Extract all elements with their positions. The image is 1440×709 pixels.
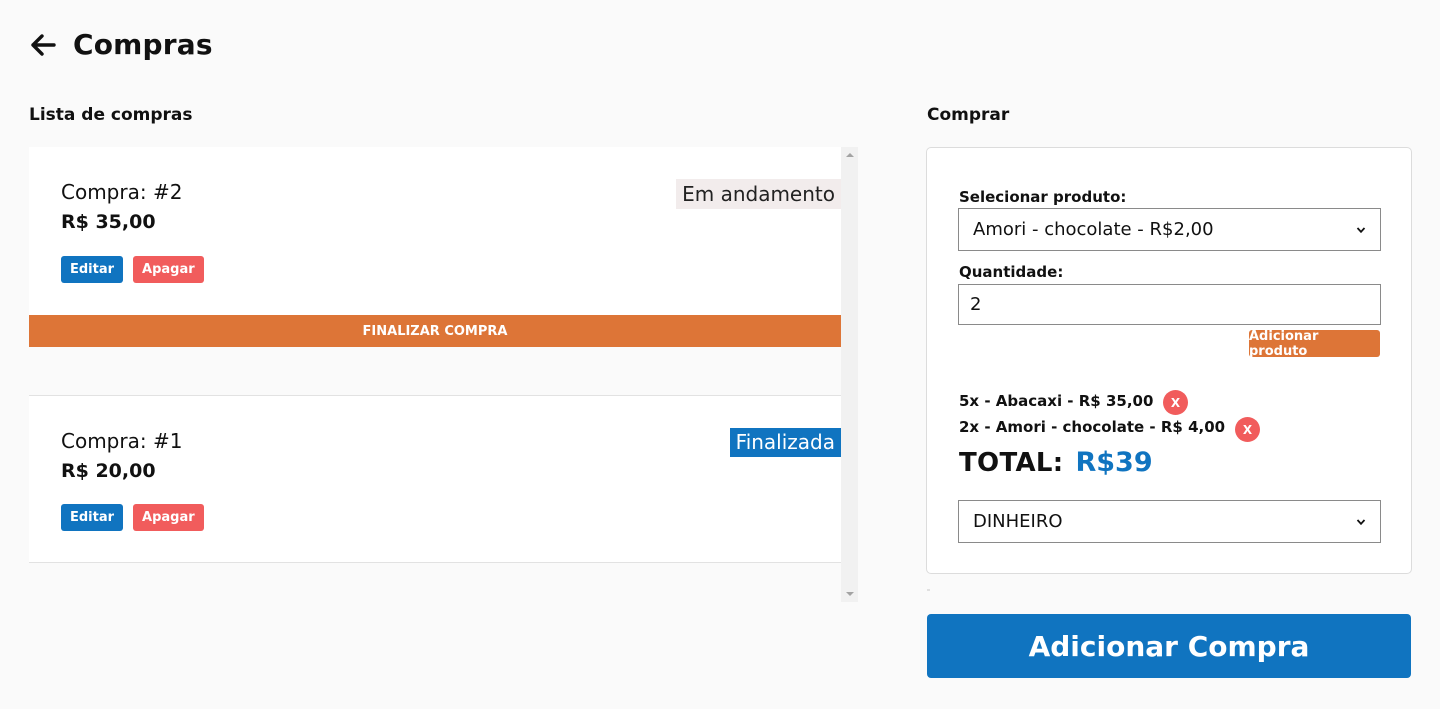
cart-item: 2x - Amori - chocolate - R$ 4,00 [959, 418, 1226, 436]
quantity-value: 2 [970, 294, 982, 315]
scroll-up-icon[interactable] [846, 153, 854, 157]
quantity-label: Quantidade: [959, 263, 1064, 281]
edit-button[interactable]: Editar [61, 256, 124, 283]
total-row: TOTAL: R$39 [959, 447, 1153, 478]
page-header: Compras [29, 28, 213, 61]
product-select[interactable]: Amori - chocolate - R$2,00 [958, 208, 1381, 251]
purchase-list: Compra: #2 R$ 35,00 Em andamento Editar … [29, 147, 858, 602]
quantity-input[interactable]: 2 [958, 284, 1381, 325]
purchase-list-content: Compra: #2 R$ 35,00 Em andamento Editar … [29, 147, 841, 602]
payment-select[interactable]: DINHEIRO [958, 500, 1381, 543]
cart-item: 5x - Abacaxi - R$ 35,00 [959, 392, 1154, 410]
purchase-list-title: Lista de compras [29, 105, 193, 125]
buy-panel: Selecionar produto: Amori - chocolate - … [926, 147, 1412, 574]
purchase-id: Compra: #1 [61, 429, 183, 453]
chevron-down-icon [1356, 226, 1366, 233]
product-select-value: Amori - chocolate - R$2,00 [973, 219, 1214, 240]
status-badge: Em andamento [676, 179, 841, 209]
purchase-total: R$ 20,00 [61, 460, 156, 482]
page-title: Compras [73, 28, 213, 61]
payment-select-value: DINHEIRO [973, 511, 1063, 532]
delete-button[interactable]: Apagar [133, 504, 204, 531]
edit-button[interactable]: Editar [61, 504, 124, 531]
purchase-total: R$ 35,00 [61, 211, 156, 233]
scrollbar-thumb[interactable] [843, 164, 856, 585]
purchase-id: Compra: #2 [61, 180, 183, 204]
add-product-button[interactable]: Adicionar produto [1249, 329, 1380, 359]
remove-item-button[interactable]: X [1235, 417, 1260, 442]
buy-section-title: Comprar [927, 105, 1010, 125]
status-badge: Finalizada [729, 428, 841, 457]
divider [927, 589, 930, 591]
delete-button[interactable]: Apagar [133, 256, 204, 283]
arrow-left-icon[interactable] [29, 31, 57, 59]
chevron-down-icon [1356, 518, 1366, 525]
finish-purchase-button[interactable]: FINALIZAR COMPRA [29, 315, 841, 347]
scroll-down-icon[interactable] [846, 592, 854, 596]
total-label: TOTAL: [959, 448, 1064, 478]
add-purchase-button[interactable]: Adicionar Compra [927, 614, 1411, 678]
total-value: R$39 [1075, 447, 1153, 478]
remove-item-button[interactable]: X [1163, 390, 1188, 415]
purchase-actions: Editar Apagar [61, 256, 204, 283]
purchase-card: Compra: #1 R$ 20,00 Finalizada Editar Ap… [29, 395, 841, 563]
purchase-card: Compra: #2 R$ 35,00 Em andamento Editar … [29, 147, 841, 347]
list-scrollbar[interactable] [841, 147, 858, 602]
purchase-actions: Editar Apagar [61, 504, 204, 531]
product-label: Selecionar produto: [959, 188, 1127, 206]
